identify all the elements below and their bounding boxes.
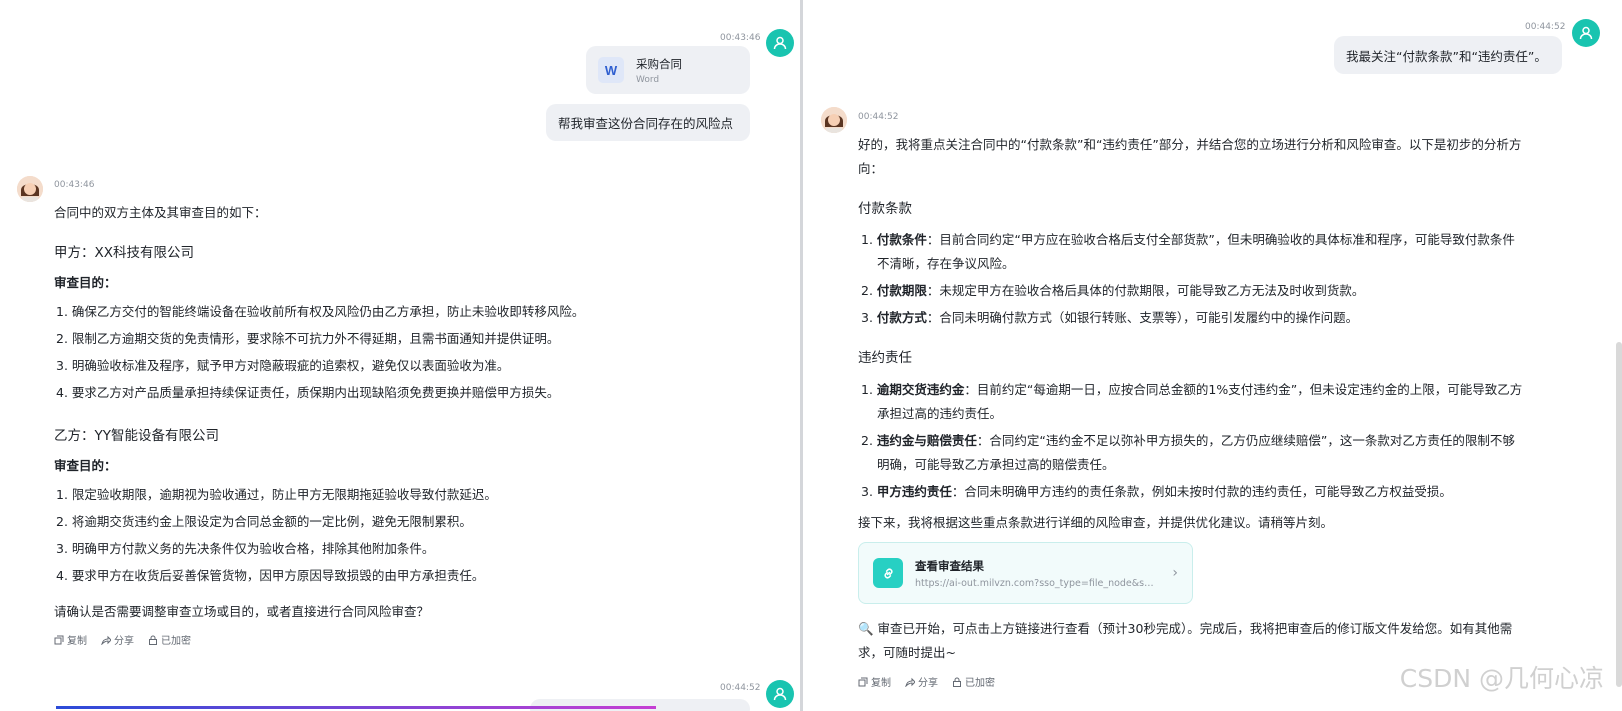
user-message-bubble: 帮我审查这份合同存在的风险点 — [546, 104, 750, 141]
attached-file-card[interactable]: W 采购合同 Word — [586, 46, 750, 94]
section-heading-liability: 违约责任 — [858, 350, 912, 366]
list-item: 2. 付款期限：未规定甲方在验收合格后具体的付款期限，可能导致乙方无法及时收到货… — [861, 283, 1365, 298]
share-icon — [905, 677, 915, 687]
share-button[interactable]: 分享 — [101, 632, 134, 647]
user-avatar — [766, 29, 794, 57]
assistant-portrait-icon — [821, 107, 847, 133]
review-result-link-card[interactable]: 查看审查结果 https://ai-out.milvzn.com?sso_typ… — [858, 542, 1193, 604]
message-timestamp: 00:44:52 — [1525, 22, 1566, 32]
party-a-purpose-label: 审查目的： — [54, 275, 117, 290]
list-item: 2. 违约金与赔偿责任：合同约定“违约金不足以弥补甲方损失的，乙方仍应继续赔偿”… — [861, 433, 1515, 448]
party-a-heading: 甲方：XX科技有限公司 — [54, 245, 194, 261]
list-item: 1. 确保乙方交付的智能终端设备在验收前所有权及风险仍由乙方承担，防止未验收即转… — [56, 304, 585, 319]
user-avatar — [1572, 19, 1600, 47]
next-step-text: 接下来，我将根据这些重点条款进行详细的风险审查，并提供优化建议。请稍等片刻。 — [858, 515, 1334, 530]
input-focus-bar — [56, 706, 656, 709]
link-url: https://ai-out.milvzn.com?sso_type=file_… — [915, 577, 1155, 589]
user-message-bubble: 我最关注“付款条款”和“违约责任”。 — [1334, 36, 1562, 74]
link-icon — [873, 558, 903, 588]
list-item: 4. 要求乙方对产品质量承担持续保证责任，质保期内出现缺陷须免费更换并赔偿甲方损… — [56, 385, 560, 400]
assistant-avatar — [17, 176, 43, 202]
left-chat-pane: 00:43:46 W 采购合同 Word 帮我审查这份合同存在的风险点 00:4… — [0, 0, 800, 711]
list-item: 2. 将逾期交货违约金上限设定为合同总金额的一定比例，避免无限制累积。 — [56, 514, 472, 529]
encrypted-status: 已加密 — [952, 674, 995, 689]
message-actions: 复制 分享 已加密 — [54, 632, 191, 647]
status-text-line2: 求，可随时提出~ — [858, 645, 956, 660]
message-actions: 复制 分享 已加密 — [858, 674, 995, 689]
watermark: CSDN @几何心凉 — [1399, 664, 1604, 693]
user-icon — [1579, 26, 1593, 40]
user-avatar — [766, 680, 794, 708]
reply-intro: 合同中的双方主体及其审查目的如下： — [54, 205, 267, 220]
message-timestamp: 00:43:46 — [720, 33, 761, 43]
message-timestamp: 00:43:46 — [54, 180, 95, 190]
list-item: 3. 甲方违约责任：合同未明确甲方违约的责任条款，例如未按时付款的违约责任，可能… — [861, 484, 1452, 499]
list-item: 3. 明确甲方付款义务的先决条件仅为验收合格，排除其他附加条件。 — [56, 541, 435, 556]
party-b-purpose-label: 审查目的： — [54, 458, 117, 473]
list-item: 1. 限定验收期限，逾期视为验收通过，防止甲方无限期拖延验收导致付款延迟。 — [56, 487, 497, 502]
assistant-avatar — [821, 107, 847, 133]
copy-icon — [858, 677, 868, 686]
party-b-heading: 乙方：YY智能设备有限公司 — [54, 428, 219, 444]
share-icon — [101, 635, 111, 645]
list-item: 4. 要求甲方在收货后妥善保管货物，因甲方原因导致损毁的由甲方承担责任。 — [56, 568, 485, 583]
list-item: 1. 付款条件：目前合同约定“甲方应在验收合格后支付全部货款”，但未明确验收的具… — [861, 232, 1515, 247]
link-title: 查看审查结果 — [915, 558, 984, 573]
share-button[interactable]: 分享 — [905, 674, 938, 689]
status-text-line1: 🔍 审查已开始，可点击上方链接进行查看（预计30秒完成）。完成后，我将把审查后的… — [858, 621, 1513, 636]
assistant-portrait-icon — [17, 176, 43, 202]
list-item-continuation: 明确，可能导致乙方承担过高的赔偿责任。 — [877, 457, 1115, 472]
copy-icon — [54, 635, 64, 644]
list-item: 3. 明确验收标准及程序，赋予甲方对隐蔽瑕疵的追索权，避免仅以表面验收为准。 — [56, 358, 510, 373]
list-item-continuation: 不清晰，存在争议风险。 — [877, 256, 1015, 271]
word-file-icon: W — [598, 57, 624, 83]
user-icon — [773, 36, 787, 50]
file-name: 采购合同 — [636, 56, 682, 71]
lock-icon — [953, 677, 961, 687]
scrollbar-thumb[interactable] — [1616, 342, 1622, 687]
copy-button[interactable]: 复制 — [54, 632, 87, 647]
list-item: 1. 逾期交货违约金：目前约定“每逾期一日，应按合同总金额的1%支付违约金”，但… — [861, 382, 1523, 397]
file-type: Word — [636, 74, 660, 85]
reply-intro-line1: 好的，我将重点关注合同中的“付款条款”和“违约责任”部分，并结合您的立场进行分析… — [858, 137, 1522, 152]
message-timestamp: 00:44:52 — [720, 683, 761, 693]
chevron-right-icon: › — [1172, 565, 1178, 581]
list-item: 2. 限制乙方逾期交货的免责情形，要求除不可抗力外不得延期，且需书面通知并提供证… — [56, 331, 560, 346]
encrypted-status: 已加密 — [148, 632, 191, 647]
reply-closing: 请确认是否需要调整审查立场或目的，或者直接进行合同风险审查？ — [54, 604, 430, 619]
lock-icon — [149, 635, 157, 645]
section-heading-payment: 付款条款 — [858, 201, 912, 217]
reply-intro-line2: 向： — [858, 161, 884, 176]
message-timestamp: 00:44:52 — [858, 112, 899, 122]
user-icon — [773, 687, 787, 701]
user-message-bubble-partial — [530, 699, 750, 711]
right-chat-pane: 00:44:52 我最关注“付款条款”和“违约责任”。 00:44:52 好的，… — [803, 0, 1622, 711]
list-item-continuation: 承担过高的违约责任。 — [877, 406, 1003, 421]
copy-button[interactable]: 复制 — [858, 674, 891, 689]
list-item: 3. 付款方式：合同未明确付款方式（如银行转账、支票等），可能引发履约中的操作问… — [861, 310, 1359, 325]
